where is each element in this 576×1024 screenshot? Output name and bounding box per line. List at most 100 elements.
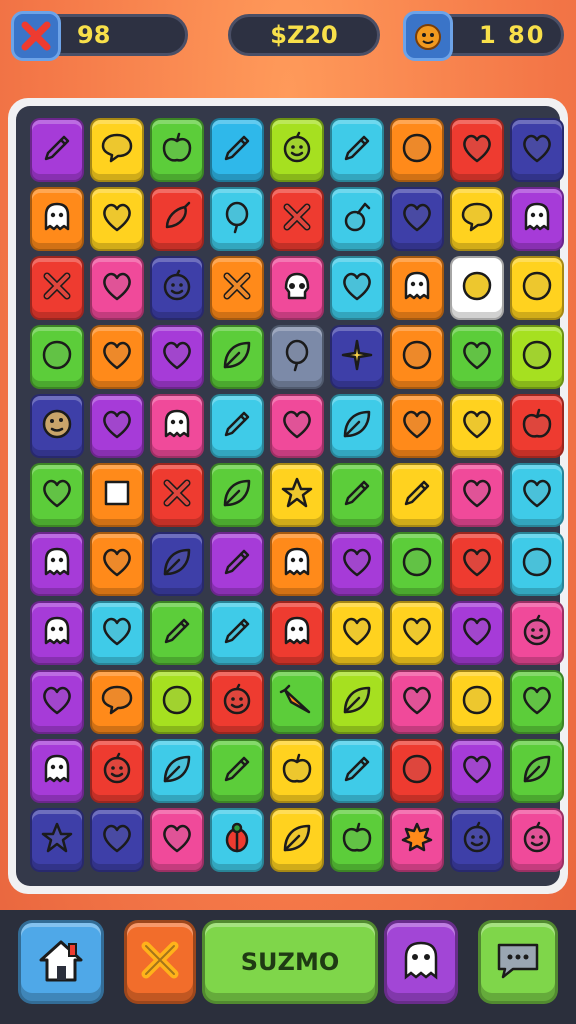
- board-tile[interactable]: [330, 532, 384, 596]
- board-tile[interactable]: [150, 601, 204, 665]
- close-x-icon[interactable]: [11, 11, 61, 61]
- board-tile[interactable]: [210, 808, 264, 872]
- board-tile[interactable]: [330, 256, 384, 320]
- board-tile[interactable]: [510, 394, 564, 458]
- board-tile[interactable]: [390, 118, 444, 182]
- board-tile[interactable]: [390, 187, 444, 251]
- board-tile[interactable]: [330, 739, 384, 803]
- board-tile[interactable]: [510, 256, 564, 320]
- play-button[interactable]: SUZMO: [202, 920, 378, 1004]
- board-tile[interactable]: [450, 808, 504, 872]
- board-tile[interactable]: [150, 670, 204, 734]
- board-tile[interactable]: [150, 187, 204, 251]
- board-tile[interactable]: [30, 601, 84, 665]
- board-tile[interactable]: [90, 739, 144, 803]
- board-tile[interactable]: [150, 739, 204, 803]
- board-tile[interactable]: [390, 808, 444, 872]
- board-tile[interactable]: [510, 325, 564, 389]
- board-tile[interactable]: [210, 532, 264, 596]
- board-tile[interactable]: [210, 601, 264, 665]
- board-tile[interactable]: [390, 256, 444, 320]
- board-tile[interactable]: [90, 256, 144, 320]
- board-tile[interactable]: [450, 394, 504, 458]
- board-tile[interactable]: [210, 739, 264, 803]
- board-tile[interactable]: [150, 256, 204, 320]
- board-tile[interactable]: [390, 739, 444, 803]
- board-tile[interactable]: [30, 463, 84, 527]
- board-tile[interactable]: [270, 670, 324, 734]
- board-tile[interactable]: [270, 187, 324, 251]
- board-tile[interactable]: [510, 532, 564, 596]
- board-tile[interactable]: [270, 325, 324, 389]
- board-tile[interactable]: [450, 187, 504, 251]
- board-tile[interactable]: [330, 118, 384, 182]
- board-tile[interactable]: [390, 670, 444, 734]
- board-tile[interactable]: [330, 463, 384, 527]
- board-tile[interactable]: [30, 394, 84, 458]
- board-tile[interactable]: [90, 394, 144, 458]
- board-tile[interactable]: [210, 256, 264, 320]
- board-tile[interactable]: [450, 463, 504, 527]
- board-tile[interactable]: [450, 739, 504, 803]
- board-tile[interactable]: [270, 118, 324, 182]
- shuffle-button[interactable]: [124, 920, 196, 1004]
- board-tile[interactable]: [450, 118, 504, 182]
- booster-button[interactable]: [384, 920, 458, 1004]
- board-tile[interactable]: [90, 463, 144, 527]
- board-tile[interactable]: [150, 118, 204, 182]
- board-tile[interactable]: [30, 325, 84, 389]
- board-tile[interactable]: [150, 463, 204, 527]
- board-tile[interactable]: [30, 739, 84, 803]
- board-tile[interactable]: [510, 670, 564, 734]
- board-tile[interactable]: [270, 463, 324, 527]
- character-icon[interactable]: [403, 11, 453, 61]
- board-tile[interactable]: [330, 394, 384, 458]
- board-tile[interactable]: [90, 670, 144, 734]
- board-tile[interactable]: [330, 601, 384, 665]
- board-tile[interactable]: [450, 601, 504, 665]
- board-tile[interactable]: [330, 808, 384, 872]
- board-tile[interactable]: [270, 601, 324, 665]
- board-tile[interactable]: [510, 118, 564, 182]
- board-tile[interactable]: [90, 187, 144, 251]
- board-tile[interactable]: [390, 532, 444, 596]
- board-tile[interactable]: [390, 325, 444, 389]
- board-tile[interactable]: [30, 187, 84, 251]
- board-tile[interactable]: [90, 325, 144, 389]
- board-tile[interactable]: [210, 118, 264, 182]
- board-tile[interactable]: [390, 463, 444, 527]
- board-tile[interactable]: [30, 532, 84, 596]
- board-tile[interactable]: [270, 739, 324, 803]
- board-tile[interactable]: [30, 670, 84, 734]
- board-tile[interactable]: [270, 394, 324, 458]
- board-tile[interactable]: [150, 394, 204, 458]
- board-tile[interactable]: [390, 601, 444, 665]
- board-tile[interactable]: [510, 463, 564, 527]
- board-tile[interactable]: [90, 118, 144, 182]
- board-tile[interactable]: [150, 532, 204, 596]
- board-tile[interactable]: [210, 187, 264, 251]
- board-tile[interactable]: [510, 739, 564, 803]
- board-tile[interactable]: [450, 325, 504, 389]
- board-tile[interactable]: [210, 670, 264, 734]
- board-tile[interactable]: [30, 118, 84, 182]
- board-tile[interactable]: [90, 808, 144, 872]
- board-tile[interactable]: [90, 532, 144, 596]
- board-tile[interactable]: [390, 394, 444, 458]
- board-tile[interactable]: [270, 532, 324, 596]
- board-tile[interactable]: [90, 601, 144, 665]
- board-tile[interactable]: [30, 808, 84, 872]
- home-button[interactable]: [18, 920, 104, 1004]
- board-tile[interactable]: [510, 187, 564, 251]
- board-tile[interactable]: [30, 256, 84, 320]
- board-tile[interactable]: [270, 808, 324, 872]
- board-tile[interactable]: [510, 601, 564, 665]
- board-tile[interactable]: [330, 325, 384, 389]
- board-tile[interactable]: [270, 256, 324, 320]
- board-tile[interactable]: [210, 325, 264, 389]
- board-tile[interactable]: [150, 325, 204, 389]
- board-tile[interactable]: [450, 532, 504, 596]
- board-tile[interactable]: [510, 808, 564, 872]
- board-tile[interactable]: [450, 670, 504, 734]
- board-tile[interactable]: [150, 808, 204, 872]
